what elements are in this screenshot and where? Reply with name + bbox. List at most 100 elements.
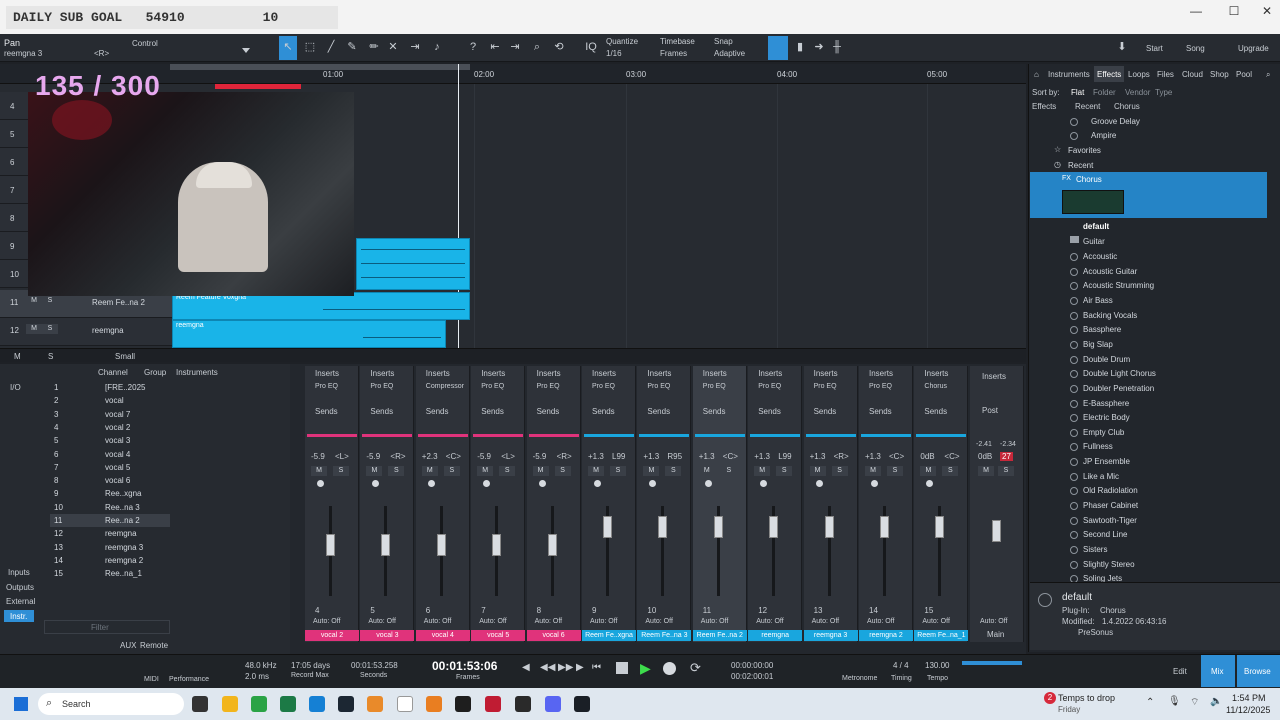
pan-value[interactable]: L99 xyxy=(778,452,791,461)
audio-clip-reem-feature[interactable]: Reem Feature Voxgna xyxy=(172,292,470,320)
auto-mode[interactable]: Auto: Off xyxy=(812,618,840,625)
volume-fader[interactable] xyxy=(326,534,335,556)
auto-mode[interactable]: Auto: Off xyxy=(701,618,729,625)
solo-button[interactable]: S xyxy=(499,466,516,476)
pan-value[interactable]: <L> xyxy=(501,452,515,461)
forward-icon[interactable]: ▶▶ xyxy=(558,662,573,673)
preset-item[interactable]: Acoustic Strumming xyxy=(1083,281,1154,290)
clock-date[interactable]: 11/12/2025 xyxy=(1226,705,1270,715)
app-icon[interactable] xyxy=(515,696,531,712)
rewind-start-icon[interactable]: ◀ xyxy=(522,662,530,673)
pan-value[interactable]: R95 xyxy=(667,452,682,461)
loop-icon[interactable]: ⟳ xyxy=(690,660,701,676)
studio-one-icon[interactable] xyxy=(574,696,590,712)
volume-fader[interactable] xyxy=(436,534,446,556)
breadcrumb-effects[interactable]: Effects xyxy=(1032,102,1056,111)
browser-item[interactable]: Groove Delay xyxy=(1091,117,1140,126)
insert-slot[interactable]: Pro EQ xyxy=(814,383,837,390)
sort-folder[interactable]: Folder xyxy=(1093,88,1116,97)
volume-value[interactable]: 0dB xyxy=(920,452,934,461)
auto-mode[interactable]: Auto: Off xyxy=(313,618,341,625)
inserts-label[interactable]: Inserts xyxy=(814,369,838,378)
sends-label[interactable]: Sends xyxy=(315,407,338,416)
insert-slot[interactable]: Pro EQ xyxy=(537,383,560,390)
forward-icon[interactable]: ➜ xyxy=(812,40,826,54)
record-arm-button[interactable] xyxy=(427,480,435,487)
stop-icon[interactable] xyxy=(616,662,628,674)
insert-slot[interactable]: Pro EQ xyxy=(869,383,892,390)
record-icon[interactable] xyxy=(663,662,676,675)
solo-button[interactable]: S xyxy=(720,466,737,476)
record-arm-button[interactable] xyxy=(538,480,546,487)
record-arm-button[interactable] xyxy=(372,480,380,487)
tab-cloud[interactable]: Cloud xyxy=(1182,70,1203,79)
app-icon[interactable] xyxy=(280,696,296,712)
inserts-label[interactable]: Inserts xyxy=(703,369,727,378)
channel-row[interactable]: 6 vocal 4 xyxy=(50,448,170,461)
preset-item[interactable]: Empty Club xyxy=(1083,428,1124,437)
recent-folder[interactable]: Recent xyxy=(1068,161,1093,170)
sends-label[interactable]: Sends xyxy=(537,407,560,416)
channel-row[interactable]: 10 Ree..na 3 xyxy=(50,501,170,514)
record-arm-button[interactable] xyxy=(594,480,601,487)
preset-item[interactable]: E-Bassphere xyxy=(1083,399,1129,408)
breadcrumb-chorus[interactable]: Chorus xyxy=(1114,102,1140,111)
inserts-label[interactable]: Inserts xyxy=(924,369,948,378)
solo-button[interactable]: S xyxy=(665,466,682,476)
app-icon[interactable] xyxy=(485,696,501,712)
external-label[interactable]: External xyxy=(6,597,35,606)
rewind-icon[interactable]: ◀◀ xyxy=(540,662,555,673)
mix-button[interactable]: Mix xyxy=(1211,667,1223,676)
steam-icon[interactable] xyxy=(338,696,354,712)
loop-icon[interactable]: ▮ xyxy=(793,40,807,54)
preset-item[interactable]: Sisters xyxy=(1083,545,1107,554)
auto-mode[interactable]: Auto: Off xyxy=(590,618,618,625)
volume-value[interactable]: +1.3 xyxy=(588,452,604,461)
channel-row[interactable]: 12 reemgna xyxy=(50,527,170,540)
mute-button[interactable]: M xyxy=(754,466,771,476)
guitar-folder[interactable]: Guitar xyxy=(1083,237,1105,246)
channel-row[interactable]: 13 reemgna 3 xyxy=(50,541,170,554)
channel-row[interactable]: 3 vocal 7 xyxy=(50,408,170,421)
inserts-label[interactable]: Inserts xyxy=(869,369,893,378)
chrome-icon[interactable] xyxy=(251,696,267,712)
global-mute[interactable]: M xyxy=(14,352,21,361)
mute-button[interactable]: M xyxy=(643,466,660,476)
breadcrumb-recent[interactable]: Recent xyxy=(1075,102,1100,111)
inserts-label[interactable]: Inserts xyxy=(592,369,616,378)
sends-label[interactable]: Sends xyxy=(703,407,726,416)
insert-slot[interactable]: Pro EQ xyxy=(370,383,393,390)
windows-start-icon[interactable] xyxy=(14,697,28,711)
auto-mode[interactable]: Auto: Off xyxy=(535,618,563,625)
pan-value[interactable]: <C> xyxy=(723,452,738,461)
forward-end-icon[interactable]: ▶ xyxy=(576,662,584,673)
volume-value[interactable]: -5.9 xyxy=(366,452,380,461)
record-arm-button[interactable] xyxy=(926,480,934,487)
loop-end-time[interactable]: 00:02:00:01 xyxy=(731,672,773,681)
preset-item[interactable]: Accoustic xyxy=(1083,252,1117,261)
main-auto[interactable]: Auto: Off xyxy=(980,618,1008,625)
preset-item[interactable]: Doubler Penetration xyxy=(1083,384,1154,393)
sends-label[interactable]: Sends xyxy=(758,407,781,416)
auto-scroll-icon[interactable]: ⟲ xyxy=(552,40,566,54)
sends-label[interactable]: Sends xyxy=(814,407,837,416)
record-arm-button[interactable] xyxy=(815,480,823,487)
auto-mode[interactable]: Auto: Off xyxy=(867,618,895,625)
nudge-right-icon[interactable]: ⇥ xyxy=(508,40,522,54)
volume-fader[interactable] xyxy=(769,516,779,538)
global-solo[interactable]: S xyxy=(48,352,53,361)
track-size[interactable]: Small xyxy=(115,352,135,361)
volume-value[interactable]: -5.9 xyxy=(311,452,325,461)
record-arm-button[interactable] xyxy=(760,480,768,487)
channel-row[interactable]: 14 reemgna 2 xyxy=(50,554,170,567)
record-arm-button[interactable] xyxy=(483,480,491,487)
preset-item[interactable]: Double Drum xyxy=(1083,355,1130,364)
volume-fader[interactable] xyxy=(658,516,668,538)
loop-range[interactable] xyxy=(170,64,470,70)
mute-button[interactable]: M xyxy=(421,466,438,476)
io-label[interactable]: I/O xyxy=(10,383,21,392)
sends-label[interactable]: Sends xyxy=(647,407,670,416)
eraser-tool-icon[interactable]: ✎ xyxy=(345,40,359,54)
preset-item[interactable]: Backing Vocals xyxy=(1083,311,1137,320)
main-inserts[interactable]: Inserts xyxy=(982,372,1006,381)
